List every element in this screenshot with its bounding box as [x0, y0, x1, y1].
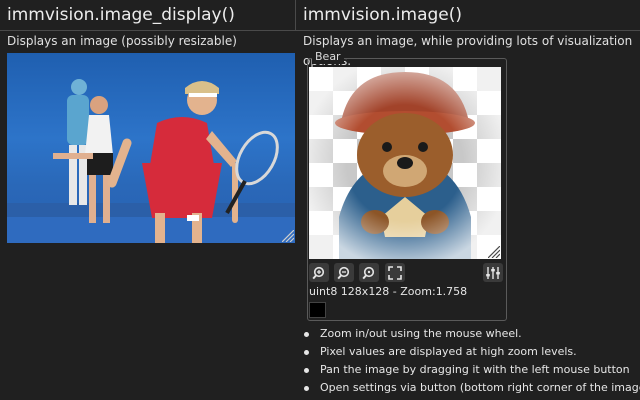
resize-grip-icon[interactable] — [488, 246, 500, 258]
bullet-icon — [304, 350, 309, 355]
zoom-out-button[interactable] — [334, 263, 354, 282]
list-item: Open settings via button (bottom right c… — [303, 379, 640, 397]
left-column: immvision.image_display() Displays an im… — [0, 0, 296, 51]
right-column: immvision.image() Displays an image, whi… — [296, 0, 640, 68]
bear-scene — [309, 67, 501, 259]
right-description: Displays an image, while providing lots … — [303, 34, 633, 68]
fullscreen-button[interactable] — [385, 263, 405, 282]
image-toolbar — [309, 263, 503, 283]
bullet-icon — [304, 386, 309, 391]
bear-image-view[interactable] — [309, 67, 501, 259]
ball-kid-figure — [67, 79, 89, 205]
left-description: Displays an image (possibly resizable) — [7, 34, 237, 48]
right-title: immvision.image() — [296, 0, 640, 31]
list-item-text: Pan the image by dragging it with the le… — [320, 363, 630, 376]
resize-grip-icon[interactable] — [282, 230, 294, 242]
zoom-in-icon — [312, 266, 325, 279]
bullet-icon — [304, 332, 309, 337]
tennis-image[interactable] — [7, 53, 295, 243]
bear-group-label: Bear — [312, 50, 344, 64]
pixel-color-swatch — [309, 302, 326, 318]
left-title: immvision.image_display() — [0, 0, 296, 31]
settings-sliders-icon — [486, 266, 500, 279]
list-item-text: Zoom in/out using the mouse wheel. — [320, 327, 522, 340]
tennis-scene — [7, 79, 295, 243]
list-item: Pixel values are displayed at high zoom … — [303, 343, 640, 361]
bullet-icon — [304, 368, 309, 373]
zoom-in-button[interactable] — [309, 263, 329, 282]
list-item: Zoom in/out using the mouse wheel. — [303, 325, 640, 343]
list-item-text: Open settings via button (bottom right c… — [320, 381, 640, 394]
fullscreen-icon — [388, 265, 402, 280]
settings-button[interactable] — [483, 263, 503, 282]
feature-list: Zoom in/out using the mouse wheel. Pixel… — [303, 325, 640, 397]
zoom-reset-button[interactable] — [359, 263, 379, 282]
list-item-text: Pixel values are displayed at high zoom … — [320, 345, 577, 358]
list-item: Pan the image by dragging it with the le… — [303, 361, 640, 379]
tennis-racket — [225, 130, 279, 214]
image-info-text: uint8 128x128 - Zoom:1.758 — [309, 285, 468, 298]
zoom-out-icon — [337, 266, 350, 279]
zoom-reset-icon — [362, 266, 375, 279]
